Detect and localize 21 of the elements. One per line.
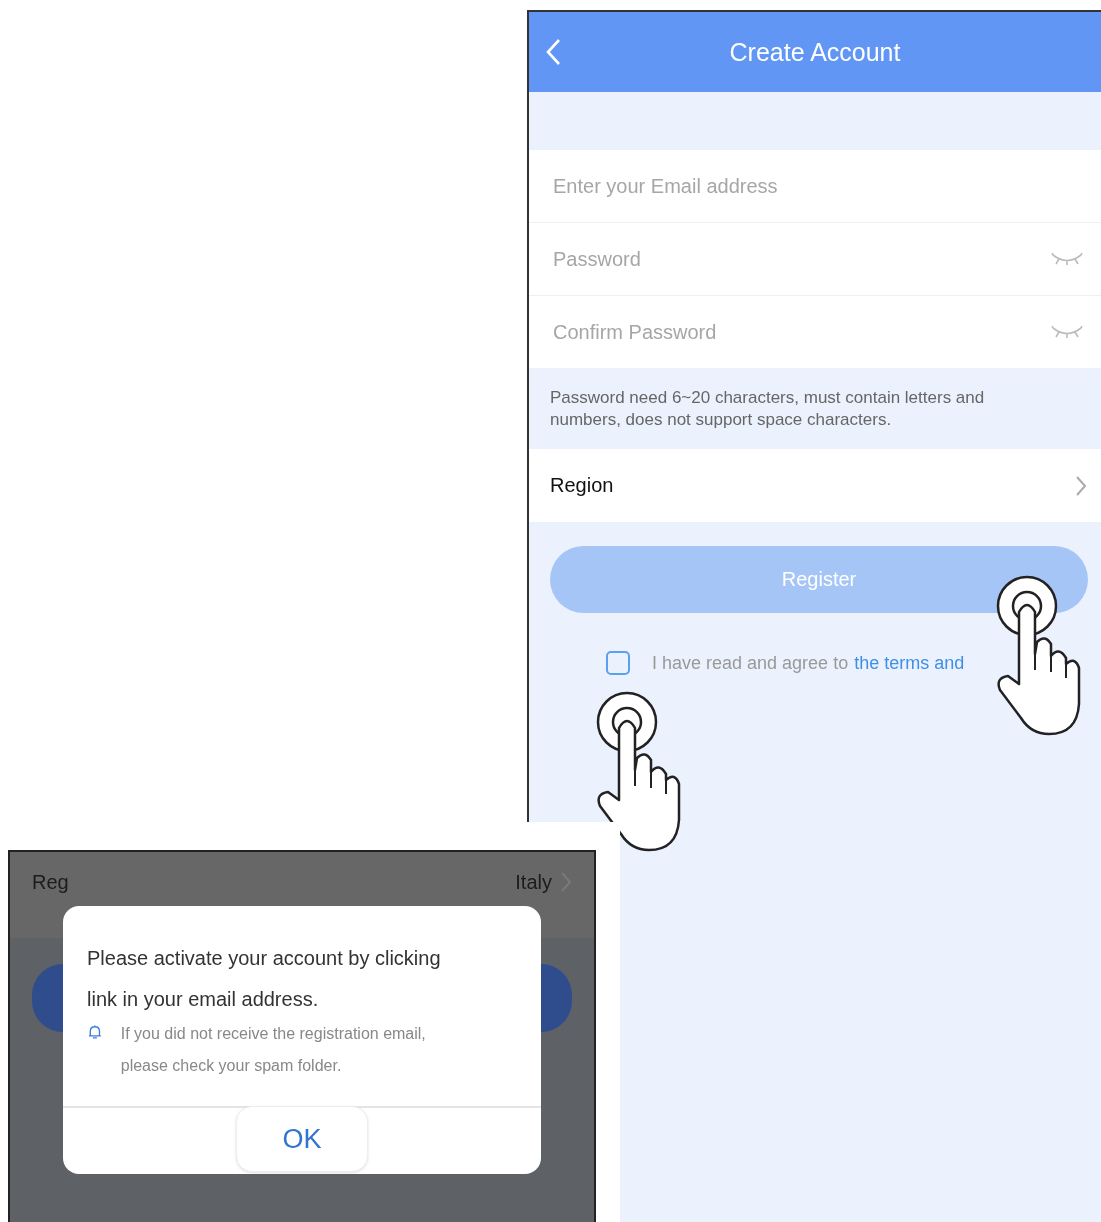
region-label: Reg xyxy=(32,870,70,894)
checkbox[interactable] xyxy=(606,651,630,675)
chevron-right-icon xyxy=(1075,474,1087,497)
password-hint: Password need 6~20 characters, must contain letters and numbers, does not support space characters. xyxy=(550,386,986,431)
region-row[interactable]: Region xyxy=(529,449,1101,522)
closed-eye-icon[interactable] xyxy=(1051,252,1083,266)
input-field[interactable]: Password xyxy=(551,246,1051,272)
terms-link[interactable]: the terms and xyxy=(854,652,965,674)
dialog-note: If you did not receive the registration email, please check your spam folder. xyxy=(120,1024,427,1076)
closed-eye-icon[interactable] xyxy=(1051,325,1083,339)
input-field[interactable]: Enter your Email address xyxy=(551,173,1083,199)
input-field[interactable]: Confirm Password xyxy=(551,319,1051,345)
screen-title: Create Account xyxy=(729,37,901,67)
form-row[interactable]: Password xyxy=(529,223,1101,296)
dialog-message: Please activate your account by clicking link in your email address. xyxy=(87,946,442,1012)
form-row[interactable]: Enter your Email address xyxy=(529,150,1101,223)
region-value: Italy xyxy=(515,870,552,894)
agreement-text: I have read and agree to xyxy=(652,652,849,674)
form-row[interactable]: Confirm Password xyxy=(529,296,1101,369)
ok-button[interactable]: OK xyxy=(236,1106,368,1172)
back-icon[interactable] xyxy=(545,38,561,66)
